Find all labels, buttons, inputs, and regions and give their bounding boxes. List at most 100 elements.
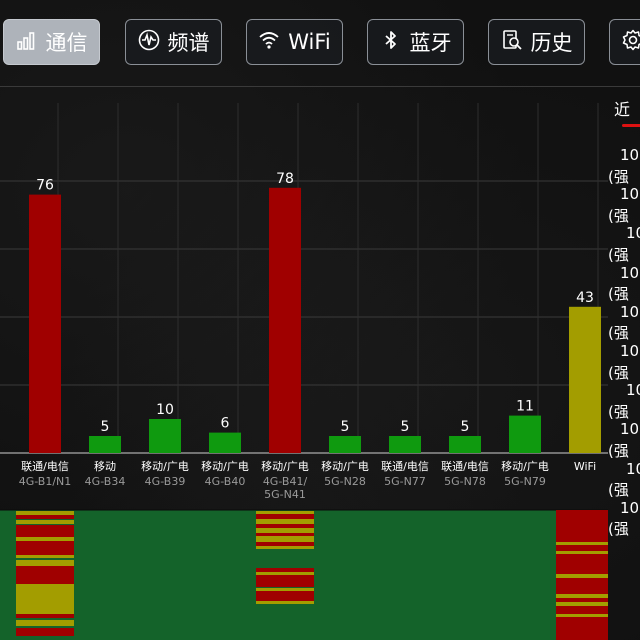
bluetooth-icon xyxy=(380,29,402,56)
recent-log-entry: 10: xyxy=(620,263,640,282)
waterfall-strip xyxy=(16,566,74,584)
waterfall-strip xyxy=(556,594,608,598)
carrier-label: 联通/电信 xyxy=(21,460,69,473)
bar-value-label: 6 xyxy=(221,416,230,432)
band-label: 4G-B40 xyxy=(205,475,246,488)
tab-settings[interactable] xyxy=(609,19,640,65)
bar-value-label: 11 xyxy=(516,399,534,415)
tab-spectrum[interactable]: 频谱 xyxy=(125,19,222,65)
waterfall-strip xyxy=(256,575,314,587)
waterfall-strip xyxy=(16,560,74,566)
waterfall-strip xyxy=(256,546,314,549)
bar-value-label: 76 xyxy=(36,178,54,194)
recent-log-entry: (强 xyxy=(608,206,629,225)
waterfall-strip xyxy=(556,617,608,640)
signal-bars-icon xyxy=(16,29,38,56)
waterfall-strip xyxy=(256,533,314,536)
waterfall-strip xyxy=(256,572,314,575)
waterfall-strip xyxy=(556,602,608,606)
recent-log-entry: (强 xyxy=(608,520,629,539)
waterfall-strip xyxy=(556,606,608,614)
bar xyxy=(509,415,541,453)
bar xyxy=(449,436,481,453)
band-label: 4G-B39 xyxy=(145,475,186,488)
tab-spectrum-label: 频谱 xyxy=(167,31,210,55)
recent-log-entry: (强 xyxy=(608,363,629,382)
carrier-label: 移动 xyxy=(94,460,116,473)
recent-log-entry: 10: xyxy=(620,185,640,204)
waterfall-strip xyxy=(16,555,74,558)
bar-value-label: 5 xyxy=(101,419,110,435)
recent-log-entry: 10: xyxy=(620,302,640,321)
tab-wifi[interactable]: WiFi xyxy=(246,19,343,65)
waterfall-strip xyxy=(16,614,74,618)
waterfall-strip xyxy=(256,542,314,546)
wifi-icon xyxy=(258,29,280,56)
waterfall-strip xyxy=(16,525,74,537)
wifi-label: WiFi xyxy=(574,460,596,473)
bar xyxy=(29,194,61,453)
bar xyxy=(269,187,301,454)
bar xyxy=(89,436,121,453)
band-label: 5G-N41 xyxy=(264,488,306,501)
bar-value-label: 43 xyxy=(576,290,594,306)
bar xyxy=(209,432,241,453)
waterfall-strip xyxy=(256,519,314,524)
recent-log-entry: (强 xyxy=(608,402,629,421)
tab-communication-label: 通信 xyxy=(45,31,88,55)
band-label: 5G-N77 xyxy=(384,475,426,488)
waterfall-strip xyxy=(256,568,314,572)
band-label: 4G-B41/ xyxy=(263,475,308,488)
waterfall-strip xyxy=(256,591,314,601)
recent-log-title: 近 xyxy=(614,100,631,119)
waterfall-strip xyxy=(556,551,608,554)
waterfall-strip xyxy=(16,584,74,614)
recent-log-entry: (强 xyxy=(608,481,629,500)
tab-communication[interactable]: 通信 xyxy=(3,19,100,65)
recent-log-entry: 10: xyxy=(620,146,640,164)
waterfall-strip xyxy=(16,620,74,626)
recent-log-underline xyxy=(622,124,640,127)
tab-wifi-label: WiFi xyxy=(288,30,331,54)
waterfall-strip xyxy=(556,542,608,545)
bar xyxy=(389,436,421,453)
recent-log-entry: 10: xyxy=(620,420,640,439)
waterfall-strip xyxy=(256,514,314,519)
waterfall-strip xyxy=(256,536,314,542)
band-label: 5G-N28 xyxy=(324,475,366,488)
tab-bluetooth-label: 蓝牙 xyxy=(409,31,452,55)
recent-log-entry: (强 xyxy=(608,442,629,460)
waterfall-strip xyxy=(256,588,314,591)
waterfall-strip xyxy=(16,520,74,524)
bar xyxy=(149,419,181,453)
waterfall-strip xyxy=(556,510,608,542)
waterfall-strip xyxy=(556,545,608,551)
recent-log-entry: (强 xyxy=(608,246,629,264)
bar xyxy=(569,306,601,453)
recent-log-entry: 10: xyxy=(620,498,640,517)
waterfall-strip xyxy=(556,578,608,594)
waterfall-strip xyxy=(256,524,314,528)
bar-value-label: 5 xyxy=(341,419,350,435)
bar-value-label: 78 xyxy=(276,171,294,187)
recent-log-entry: 10 xyxy=(626,381,640,400)
recent-log-entry: (强 xyxy=(608,167,629,186)
recent-log-entry: 10: xyxy=(620,342,640,360)
carrier-label: 联通/电信 xyxy=(381,460,429,473)
waterfall-strip xyxy=(556,554,608,574)
waterfall-strip xyxy=(556,574,608,578)
carrier-label: 移动/广电 xyxy=(501,460,549,473)
recent-log-entry: 10 xyxy=(626,459,640,478)
tab-bluetooth[interactable]: 蓝牙 xyxy=(367,19,464,65)
band-label: 5G-N79 xyxy=(504,475,546,488)
tab-history[interactable]: 历史 xyxy=(488,19,585,65)
history-search-icon xyxy=(501,29,523,56)
waterfall-strip xyxy=(256,511,314,514)
carrier-label: 移动/广电 xyxy=(201,460,249,473)
bar-value-label: 5 xyxy=(401,419,410,435)
carrier-label: 移动/广电 xyxy=(141,460,189,473)
waterfall-strip xyxy=(16,628,74,636)
band-label: 4G-B1/N1 xyxy=(19,475,72,488)
signal-bar-chart: 76 联通/电信 4G-B1/N1 5 移动 4G-B34 10 移动/广电 4G-B39 6 移动… xyxy=(0,103,608,640)
waterfall-strip xyxy=(556,614,608,617)
